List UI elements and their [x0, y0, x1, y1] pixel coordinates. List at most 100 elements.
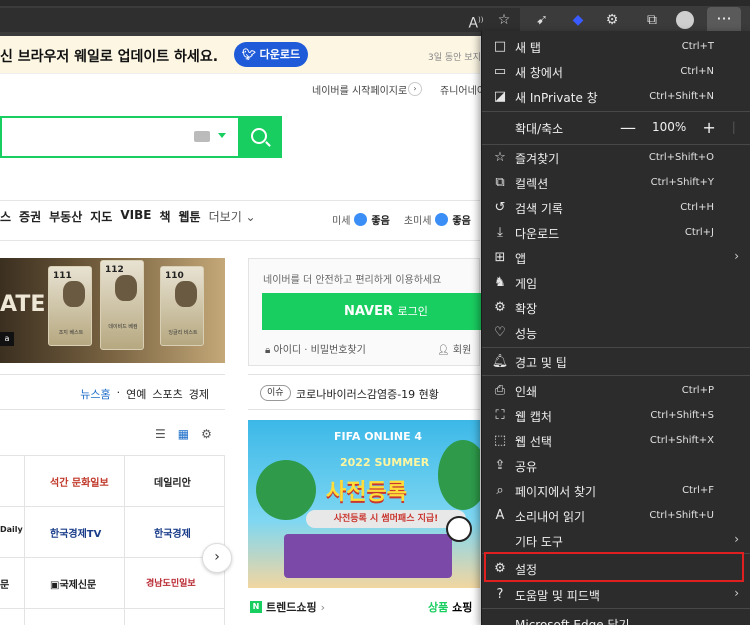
next-page-button[interactable]: ›	[202, 543, 232, 573]
menu-item-share[interactable]: ⇪ 공유	[482, 453, 750, 478]
read-aloud-icon[interactable]: A))	[466, 10, 486, 32]
weather-widget[interactable]: 미세 좋음 초미세 좋음	[332, 212, 471, 227]
collections-icon[interactable]: ⧉	[642, 10, 662, 30]
profile-avatar[interactable]	[676, 11, 694, 29]
set-startpage-link[interactable]: 네이버를 시작페이지로	[312, 82, 407, 97]
nav-item-map[interactable]: 지도	[90, 208, 112, 234]
menu-item-close-edge[interactable]: Microsoft Edge 닫기	[482, 611, 750, 625]
nav-more-button[interactable]: 더보기 ⌄	[209, 208, 256, 234]
news-sports-link[interactable]: 스포츠	[152, 386, 182, 402]
press-logo[interactable]: 석간 문화일보	[50, 474, 109, 489]
press-logo[interactable]: ▣국제신문	[50, 576, 96, 591]
soccer-ball-icon	[446, 516, 472, 542]
trend-shopping-title[interactable]: N 트렌드쇼핑 ›	[250, 599, 325, 615]
settings-icon[interactable]: ⚙	[201, 427, 212, 441]
menu-item-web-select[interactable]: ⬚ 웹 선택 Ctrl+Shift+X	[482, 428, 750, 453]
menu-item-find[interactable]: ⌕ 페이지에서 찾기 Ctrl+F	[482, 478, 750, 503]
nav-item-book[interactable]: 책	[159, 208, 170, 234]
extensions-icon: ⚙	[494, 300, 506, 315]
nav-item-realestate[interactable]: 부동산	[49, 208, 82, 234]
menu-item-more-tools[interactable]: 기타 도구 ›	[482, 528, 750, 553]
banner-text: 신 브라우저 웨일로 업데이트 하세요.	[0, 49, 219, 65]
ad-ribbon: 사전등록 시 썸머패스 지급!	[306, 510, 466, 528]
news-bar: 뉴스홈 · 연예 스포츠 경제	[0, 374, 225, 410]
nav-item-vibe[interactable]: VIBE	[120, 208, 151, 234]
favorites-icon: ☆	[494, 150, 506, 165]
drop-icon[interactable]: ◆	[568, 10, 588, 30]
press-logo[interactable]: 경남도민일보	[146, 576, 196, 589]
ultra-fine-dust-label: 초미세	[403, 216, 432, 227]
menu-item-downloads[interactable]: ⤓ 다운로드 Ctrl+J	[482, 220, 750, 245]
fifa-online-ad[interactable]: FIFA ONLINE 4 2022 SUMMER 사전등록 사전등록 시 썸머…	[248, 420, 480, 588]
player-card: 112 데이비드 베컴	[100, 260, 144, 350]
naver-login-button[interactable]: NAVER 로그인	[262, 293, 482, 330]
news-entertainment-link[interactable]: 연예	[126, 386, 146, 402]
menu-item-collections[interactable]: ⧉ 컬렉션 Ctrl+Shift+Y	[482, 170, 750, 195]
read-aloud-icon: A	[495, 508, 505, 523]
tab-products[interactable]: 상품	[428, 601, 448, 614]
menu-item-inprivate[interactable]: ◪ 새 InPrivate 창 Ctrl+Shift+N	[482, 84, 750, 109]
fine-dust-status: 좋음	[371, 216, 390, 227]
menu-item-settings[interactable]: ⚙ 설정	[482, 556, 750, 581]
new-tab-icon: □	[493, 39, 507, 54]
nav-item-stock[interactable]: 증권	[19, 208, 41, 234]
issue-badge: 이슈	[260, 385, 291, 401]
menu-item-favorites[interactable]: ☆ 즐겨찾기 Ctrl+Shift+O	[482, 145, 750, 170]
zoom-in-button[interactable]: +	[702, 118, 715, 137]
menu-item-games[interactable]: ♞ 게임	[482, 270, 750, 295]
nav-item[interactable]: 스	[0, 208, 11, 234]
menu-item-read-aloud[interactable]: A 소리내어 읽기 Ctrl+Shift+U	[482, 503, 750, 528]
ad-title: 사전등록	[326, 480, 407, 505]
menu-item-history[interactable]: ↺ 검색 기록 Ctrl+H	[482, 195, 750, 220]
news-home-link[interactable]: 뉴스홈	[80, 386, 110, 402]
search-button[interactable]	[238, 116, 282, 158]
menu-item-alerts[interactable]: 🔔︎ 경고 및 팁	[482, 349, 750, 374]
caret-down-icon[interactable]	[218, 133, 226, 138]
issue-text: 코로나바이러스감염증-19 현황	[296, 388, 439, 401]
view-switcher: ☰ ▦ ⚙	[155, 427, 212, 441]
find-id-password-link[interactable]: 🔒︎ 아이디 · 비밀번호찾기	[265, 341, 366, 356]
print-icon: ⎙	[494, 383, 506, 398]
press-logo[interactable]: 문	[0, 576, 9, 591]
news-economy-link[interactable]: 경제	[189, 386, 209, 402]
smile-icon	[435, 213, 449, 226]
menu-item-print[interactable]: ⎙ 인쇄 Ctrl+P	[482, 378, 750, 403]
dismiss-note[interactable]: 3일 동안 보지	[428, 50, 481, 63]
menu-item-apps[interactable]: ⊞ 앱 ›	[482, 245, 750, 270]
press-logo[interactable]: Daily	[0, 525, 23, 534]
download-button[interactable]: 🐦︎ 다운로드	[234, 42, 308, 67]
list-view-icon[interactable]: ☰	[155, 427, 166, 441]
menu-item-extensions[interactable]: ⚙ 확장	[482, 295, 750, 320]
tab-shopping[interactable]: 쇼핑	[452, 601, 472, 614]
menu-item-help[interactable]: ? 도움말 및 피드백 ›	[482, 582, 750, 607]
zoom-out-button[interactable]: —	[620, 118, 636, 137]
nav-item-webtoon[interactable]: 웹툰	[179, 208, 201, 234]
press-logo[interactable]: 한국경제TV	[50, 525, 101, 540]
extension-icon[interactable]: ➹	[532, 10, 552, 30]
login-hint: 네이버를 더 안전하고 편리하게 이용하세요	[263, 275, 442, 286]
divider	[0, 200, 480, 201]
smile-icon	[354, 213, 368, 226]
puzzle-icon[interactable]: ⚙	[602, 10, 622, 30]
keyboard-icon[interactable]	[194, 131, 210, 142]
lock-icon: 🔒︎	[265, 345, 274, 356]
join-link[interactable]: 👤︎ 회원	[437, 341, 471, 356]
issue-bar[interactable]: 이슈 코로나바이러스감염증-19 현황	[248, 374, 480, 410]
address-bar[interactable]	[0, 8, 520, 32]
press-logo[interactable]: 한국경제	[154, 525, 191, 540]
zoom-level: 100%	[652, 120, 687, 134]
menu-item-zoom: 확대/축소 — 100% + | ⤢	[515, 117, 736, 137]
menu-item-web-capture[interactable]: ⛶ 웹 캡처 Ctrl+Shift+S	[482, 403, 750, 428]
apps-icon: ⊞	[494, 250, 506, 265]
add-favorite-icon[interactable]: ☆	[494, 10, 514, 30]
fine-dust-label: 미세	[332, 216, 351, 227]
grid-view-icon[interactable]: ▦	[178, 427, 189, 441]
fifa-card-ad[interactable]: ATE a 111 조지 베스트 112 데이비드 베컴 110 잉글리 비스트	[0, 258, 225, 363]
chevron-right-icon[interactable]: ›	[408, 82, 422, 96]
menu-item-new-tab[interactable]: □ 새 탭 Ctrl+T	[482, 34, 750, 59]
menu-item-performance[interactable]: ♡ 성능	[482, 320, 750, 345]
player-card: 111 조지 베스트	[48, 266, 92, 346]
ad-badge: a	[0, 332, 14, 346]
menu-item-new-window[interactable]: ▭ 새 창에서 Ctrl+N	[482, 59, 750, 84]
press-logo[interactable]: 데일리안	[154, 474, 191, 489]
